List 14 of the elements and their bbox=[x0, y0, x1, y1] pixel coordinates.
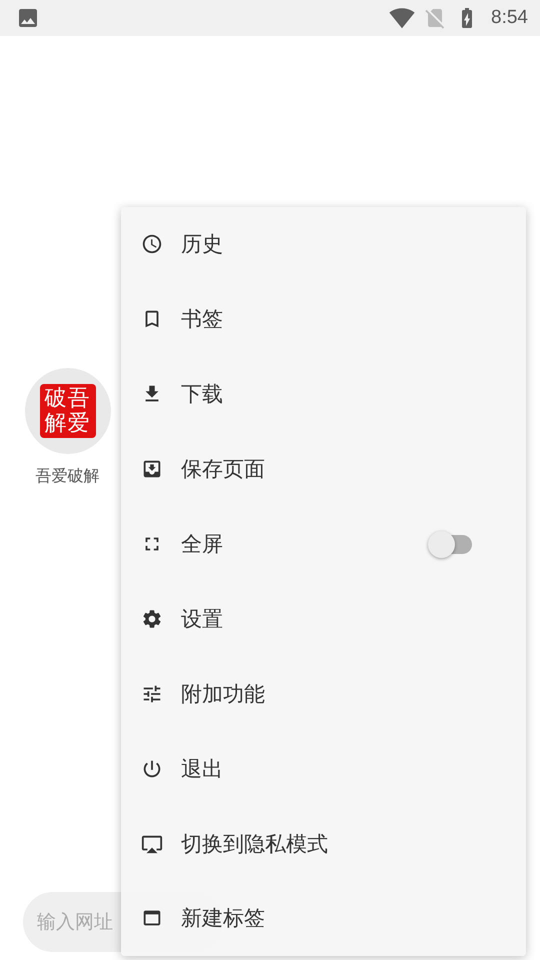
menu-item-label: 切换到隐私模式 bbox=[181, 830, 329, 858]
menu-item-label: 附加功能 bbox=[181, 680, 266, 708]
menu-item-label: 书签 bbox=[181, 306, 224, 334]
menu-item-label: 保存页面 bbox=[181, 456, 266, 484]
logo-text: 解爱 bbox=[44, 411, 90, 436]
menu-item-label: 设置 bbox=[181, 606, 224, 633]
menu-item-label: 历史 bbox=[181, 231, 224, 258]
menu-item-label: 退出 bbox=[181, 756, 224, 783]
menu-item-label: 全屏 bbox=[181, 531, 224, 558]
menu-item-label: 下载 bbox=[181, 381, 224, 408]
shortcut-label: 吾爱破解 bbox=[36, 466, 100, 487]
logo-text: 破吾 bbox=[44, 386, 90, 411]
menu-item-label: 新建标签 bbox=[181, 905, 266, 932]
clock-time: 8:54 bbox=[491, 7, 528, 29]
